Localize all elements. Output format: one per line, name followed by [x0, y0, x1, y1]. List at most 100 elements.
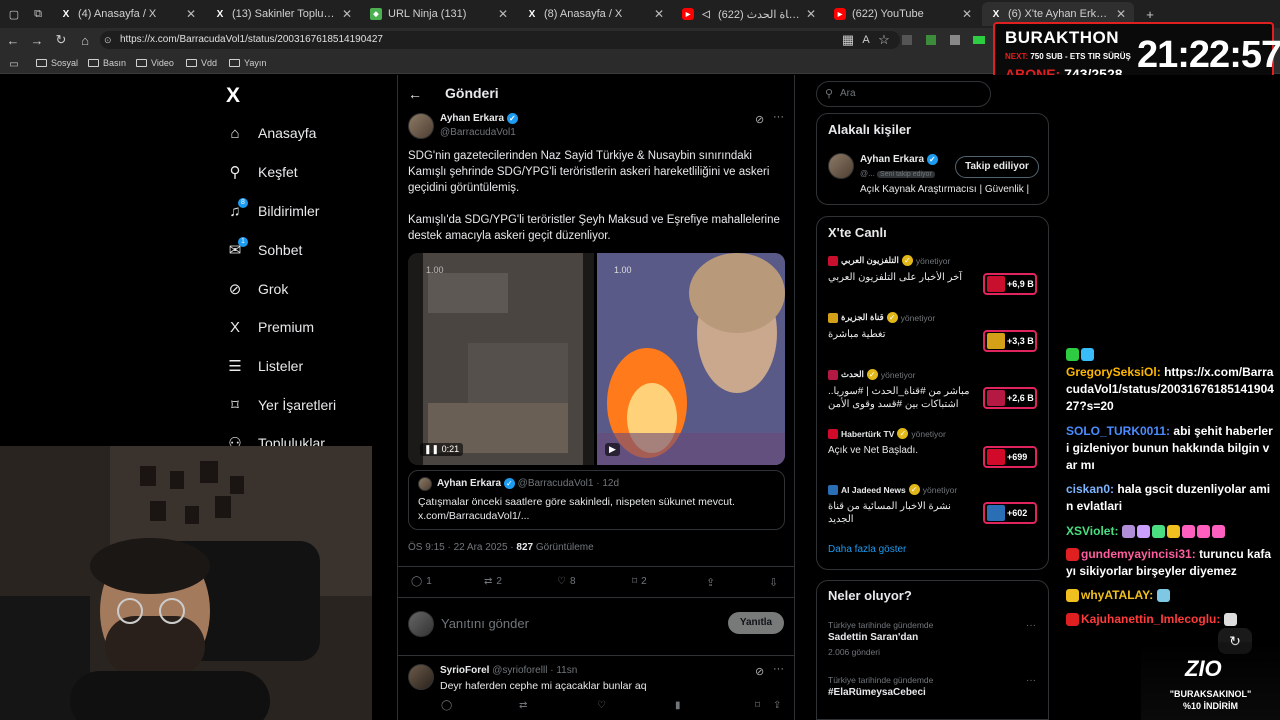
close-icon[interactable]: ✕	[342, 7, 352, 21]
share-icon[interactable]: ⇪	[773, 700, 781, 711]
live-title-text[interactable]: تغطية مباشرة	[828, 328, 973, 341]
post-author[interactable]: Ayhan Erkara ✓	[440, 113, 518, 124]
trend-name[interactable]: Sadettin Saran'dan	[828, 632, 918, 643]
tab-anasayfa-2[interactable]: X (8) Anasayfa / X ✕	[518, 2, 672, 26]
grok-explain-icon[interactable]: ⊘	[755, 665, 764, 678]
extension-icon[interactable]	[973, 36, 985, 44]
close-icon[interactable]: ✕	[654, 7, 664, 21]
live-host[interactable]: Al Jadeed News ✓ yönetiyor	[828, 484, 957, 495]
following-button[interactable]: Takip ediliyor	[955, 156, 1039, 178]
bookmark-action[interactable]: ⌑ 2	[632, 576, 647, 587]
heart-icon[interactable]: ♡	[597, 700, 606, 711]
quoted-post[interactable]: Ayhan Erkara ✓ @BarracudaVol1 · 12d Çatı…	[408, 470, 785, 530]
extension-icon[interactable]	[950, 35, 960, 45]
window-menu-icon[interactable]: ▢	[6, 6, 22, 22]
sidebar-item-notifications[interactable]: ♫ 8 Bildirimler	[226, 198, 319, 220]
url-input[interactable]: https://x.com/BarracudaVol1/status/20031…	[100, 31, 900, 49]
app-available-icon[interactable]: ▦	[840, 32, 856, 48]
live-title-text[interactable]: Açık ve Net Başladı.	[828, 444, 973, 457]
live-host[interactable]: التلفزيون العربي ✓ yönetiyor	[828, 255, 950, 266]
new-tab-icon[interactable]: +	[1142, 6, 1158, 22]
listener-count-pill[interactable]: +6,9 B	[983, 273, 1037, 295]
sidebar-item-premium[interactable]: X Premium	[226, 318, 314, 336]
more-options-icon[interactable]: ···	[773, 663, 784, 675]
bookmark-folder-vdd[interactable]: Vdd	[186, 58, 217, 68]
bookmark-folder-basin[interactable]: Basın	[88, 58, 126, 68]
read-aloud-icon[interactable]: A	[858, 32, 874, 48]
live-host[interactable]: Habertürk TV ✓ yönetiyor	[828, 428, 946, 439]
muted-speaker-icon[interactable]: ◁	[700, 8, 712, 20]
reply-action[interactable]: ◯ 1	[411, 576, 432, 587]
live-host[interactable]: قناة الجزيرة ✓ yönetiyor	[828, 312, 935, 323]
reply-icon[interactable]: ◯	[441, 700, 452, 711]
more-options-icon[interactable]: ···	[773, 111, 784, 123]
show-more-link[interactable]: Daha fazla göster	[828, 544, 906, 555]
post-video-1[interactable]: 1.00 ❚❚ 0:21	[408, 253, 594, 465]
bookmark-folder-sosyal[interactable]: Sosyal	[36, 58, 78, 68]
tab-sakinler[interactable]: X (13) Sakinler Topluluk / X ✕	[206, 2, 360, 26]
avatar[interactable]	[828, 153, 854, 179]
forward-arrow-icon[interactable]: →	[29, 32, 45, 48]
live-title-text[interactable]: نشرة الاخبار المسائية من قناة الجديد	[828, 500, 973, 526]
sidebar-item-bookmarks[interactable]: ⌑ Yer İşaretleri	[226, 396, 336, 414]
channel-thumb	[987, 505, 1005, 521]
tab-youtube[interactable]: ▶ (622) YouTube ✕	[826, 2, 980, 26]
listener-count-pill[interactable]: +2,6 B	[983, 387, 1037, 409]
avatar[interactable]	[408, 113, 434, 139]
share-icon[interactable]: ⇪	[706, 576, 715, 589]
pause-icon[interactable]: ❚❚	[424, 444, 439, 454]
site-info-icon[interactable]: ⊙	[104, 35, 112, 46]
more-options-icon[interactable]: ···	[1026, 620, 1036, 631]
more-options-icon[interactable]: ···	[1026, 675, 1036, 686]
favorite-star-icon[interactable]: ☆	[876, 32, 892, 48]
post-handle[interactable]: @BarracudaVol1	[440, 127, 516, 138]
live-host[interactable]: الحدث ✓ yönetiyor	[828, 369, 915, 380]
workspaces-icon[interactable]: ⧉	[30, 6, 46, 22]
like-action[interactable]: ♡ 8	[557, 576, 576, 587]
tab-alhadath-live[interactable]: ▶ ◁ (622) البث المباشر لقناة الحدث ✕	[674, 2, 824, 26]
bookmark-icon[interactable]: ⌑	[755, 700, 760, 711]
bookmark-folder-yayin[interactable]: Yayın	[229, 58, 266, 68]
home-icon[interactable]: ⌂	[77, 32, 93, 48]
close-icon[interactable]: ✕	[962, 7, 972, 21]
sidebar-item-explore[interactable]: ⚲ Keşfet	[226, 163, 298, 181]
close-icon[interactable]: ✕	[186, 7, 196, 21]
back-arrow-icon[interactable]: ←	[408, 86, 422, 102]
listener-count-pill[interactable]: +699	[983, 446, 1037, 468]
emote-icon	[1156, 589, 1170, 603]
close-icon[interactable]: ✕	[806, 7, 816, 21]
download-icon[interactable]: ⇩	[769, 576, 778, 589]
extension-icon[interactable]	[902, 35, 912, 45]
close-icon[interactable]: ✕	[1116, 7, 1126, 21]
repost-icon[interactable]: ⇄	[519, 700, 527, 711]
live-title-text[interactable]: آخر الأخبار على التلفزيون العربي	[828, 271, 973, 284]
reply-input[interactable]: Yanıtını gönder	[441, 616, 529, 631]
sidebar-item-chat[interactable]: ✉ 1 Sohbet	[226, 237, 302, 259]
sidebar-item-grok[interactable]: ⊘ Grok	[226, 280, 289, 298]
play-icon[interactable]: ▶	[605, 443, 620, 456]
close-icon[interactable]: ✕	[498, 7, 508, 21]
bookmark-list-icon[interactable]: ▭	[6, 56, 22, 72]
tab-url-ninja[interactable]: ◆ URL Ninja (131) ✕	[362, 2, 516, 26]
reply-button[interactable]: Yanıtla	[728, 612, 784, 634]
bookmark-folder-video[interactable]: Video	[136, 58, 174, 68]
post-video-2[interactable]: 1.00 ▶	[597, 253, 785, 465]
listener-count-pill[interactable]: +3,3 B	[983, 330, 1037, 352]
back-arrow-icon[interactable]: ←	[5, 32, 21, 48]
avatar[interactable]	[408, 664, 434, 690]
reload-icon[interactable]: ↻	[53, 32, 69, 48]
sidebar-item-lists[interactable]: ☰ Listeler	[226, 357, 303, 375]
x-logo[interactable]: X	[226, 84, 240, 108]
tab-anasayfa-1[interactable]: X (4) Anasayfa / X ✕	[52, 2, 204, 26]
quote-link[interactable]: x.com/BarracudaVol1/...	[418, 510, 529, 522]
listener-count-pill[interactable]: +602	[983, 502, 1037, 524]
grok-explain-icon[interactable]: ⊘	[755, 113, 764, 126]
trend-name[interactable]: #ElaRümeysaCebeci	[828, 687, 926, 698]
repost-action[interactable]: ⇄ 2	[484, 576, 502, 587]
analytics-icon[interactable]: ▮	[675, 700, 681, 711]
related-name[interactable]: Ayhan Erkara ✓	[860, 154, 938, 165]
extension-icon[interactable]	[926, 35, 936, 45]
sidebar-item-home[interactable]: ⌂ Anasayfa	[226, 124, 316, 142]
search-input[interactable]: ⚲ Ara	[816, 81, 991, 107]
live-title-text[interactable]: مباشر من #قناة_الحدث | #سوريا.. اشتباكات…	[828, 385, 973, 413]
